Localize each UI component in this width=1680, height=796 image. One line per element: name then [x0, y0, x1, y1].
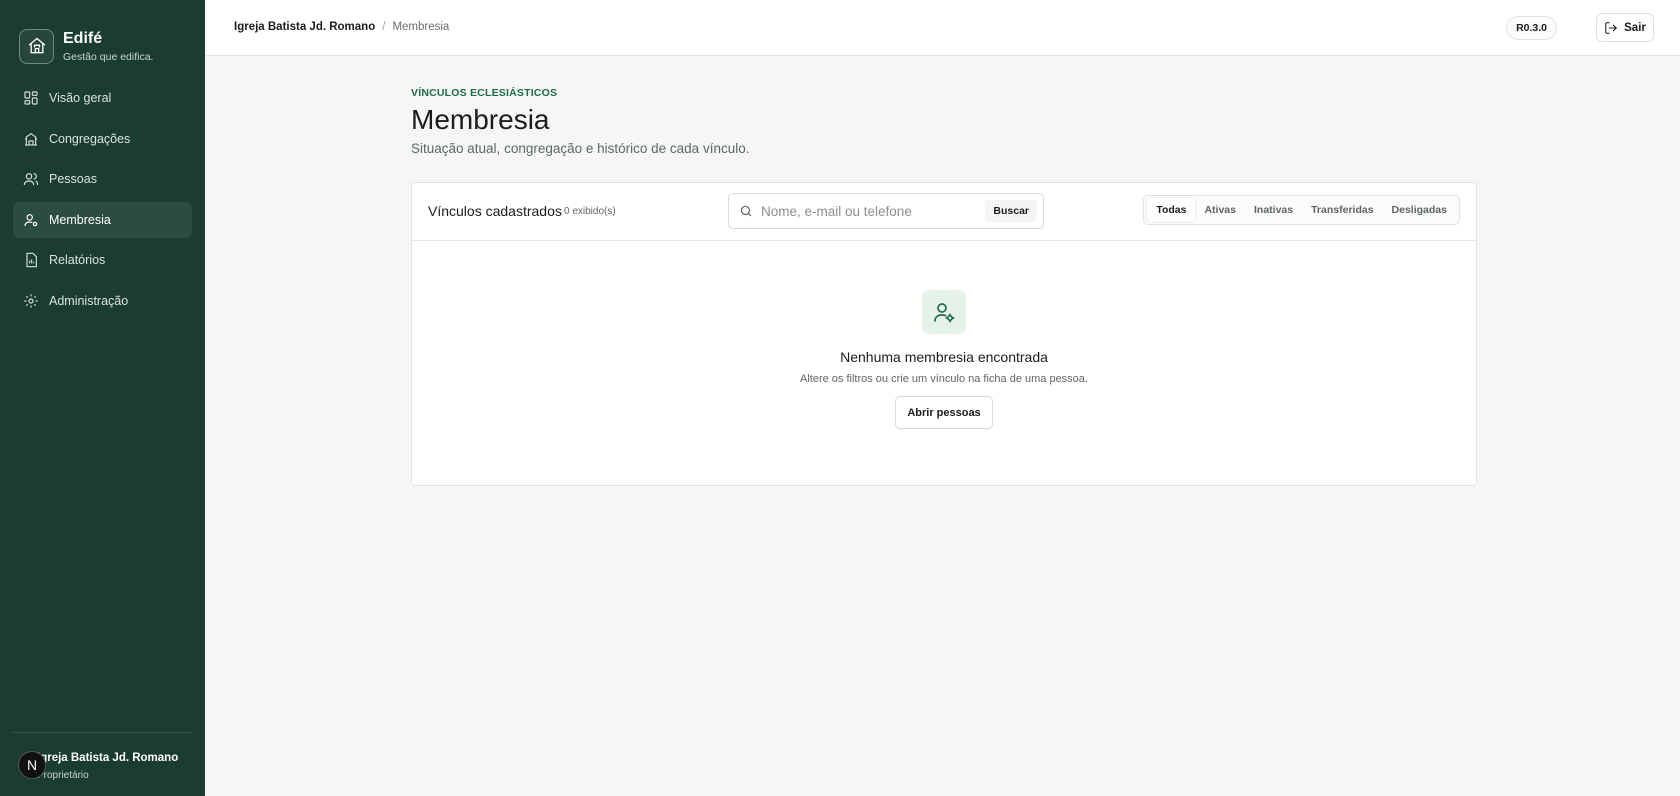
sidebar-item-label: Relatórios — [49, 253, 106, 267]
report-icon — [23, 252, 39, 268]
footer-org-name: Igreja Batista Jd. Romano — [37, 752, 179, 764]
breadcrumb: Igreja Batista Jd. Romano / Membresia — [234, 21, 449, 33]
logout-button[interactable]: Sair — [1596, 13, 1654, 42]
open-people-button[interactable]: Abrir pessoas — [895, 396, 993, 429]
footer-role: Proprietário — [37, 770, 89, 781]
brand[interactable]: Edifé Gestão que edifica. — [0, 0, 205, 70]
breadcrumb-separator: / — [382, 21, 386, 33]
sidebar-item-label: Visão geral — [49, 91, 112, 105]
sidebar-item-membresia[interactable]: Membresia — [13, 201, 192, 238]
empty-state-description: Altere os filtros ou crie um vínculo na … — [800, 373, 1088, 385]
brand-name: Edifé — [63, 29, 103, 47]
user-cog-icon — [922, 290, 966, 334]
result-count: 0 exibido(s) — [564, 206, 616, 217]
tab-desligadas[interactable]: Desligadas — [1383, 198, 1456, 222]
empty-state: Nenhuma membresia encontrada Altere os f… — [412, 241, 1476, 429]
sidebar-item-pessoas[interactable]: Pessoas — [13, 161, 192, 197]
tab-ativas[interactable]: Ativas — [1195, 198, 1245, 222]
search-button[interactable]: Buscar — [985, 200, 1037, 222]
sidebar: Edifé Gestão que edifica. Visão geral Co… — [0, 0, 205, 796]
tab-todas[interactable]: Todas — [1147, 198, 1196, 222]
sidebar-item-administracao[interactable]: Administração — [13, 283, 192, 319]
version-badge: R0.3.0 — [1506, 16, 1557, 40]
sidebar-nav: Visão geral Congregações Pessoas Membres… — [0, 80, 205, 319]
breadcrumb-current: Membresia — [392, 21, 450, 33]
sidebar-item-congregacoes[interactable]: Congregações — [13, 121, 192, 157]
main-content: VÍNCULOS ECLESIÁSTICOS Membresia Situaçã… — [411, 87, 1477, 486]
tab-transferidas[interactable]: Transferidas — [1302, 198, 1382, 222]
dashboard-icon — [23, 90, 39, 106]
sidebar-item-label: Administração — [49, 293, 129, 308]
search-box: Buscar — [728, 193, 1044, 229]
logout-label: Sair — [1624, 21, 1646, 34]
home-icon — [19, 28, 54, 64]
top-header: Igreja Batista Jd. Romano / Membresia R0… — [205, 0, 1680, 56]
page-eyebrow: VÍNCULOS ECLESIÁSTICOS — [411, 87, 558, 99]
status-filter-tabs: Todas Ativas Inativas Transferidas Desli… — [1143, 195, 1460, 225]
page-title: Membresia — [411, 104, 550, 135]
sidebar-item-label: Membresia — [49, 212, 111, 227]
sidebar-item-visao-geral[interactable]: Visão geral — [13, 80, 192, 116]
brand-tagline: Gestão que edifica. — [63, 50, 154, 63]
account-switcher[interactable]: N Igreja Batista Jd. Romano Proprietário — [13, 733, 192, 793]
empty-state-title: Nenhuma membresia encontrada — [840, 349, 1048, 365]
gear-icon — [23, 293, 39, 309]
card-header: Vínculos cadastrados 0 exibido(s) Buscar… — [412, 183, 1476, 241]
sidebar-footer: N Igreja Batista Jd. Romano Proprietário — [13, 732, 192, 793]
card-title: Vínculos cadastrados — [428, 203, 562, 219]
search-input[interactable] — [761, 203, 981, 219]
building-icon — [23, 131, 39, 147]
tab-inativas[interactable]: Inativas — [1245, 198, 1302, 222]
sidebar-item-label: Pessoas — [49, 172, 97, 186]
membership-card: Vínculos cadastrados 0 exibido(s) Buscar… — [411, 182, 1477, 486]
avatar[interactable]: N — [18, 751, 46, 779]
sidebar-item-label: Congregações — [49, 131, 131, 146]
logout-icon — [1605, 21, 1618, 34]
page-subtitle: Situação atual, congregação e histórico … — [411, 141, 750, 156]
search-icon — [739, 204, 753, 218]
breadcrumb-org[interactable]: Igreja Batista Jd. Romano — [234, 21, 375, 33]
sidebar-item-relatorios[interactable]: Relatórios — [13, 242, 192, 278]
users-icon — [23, 171, 39, 187]
user-cog-icon — [23, 212, 39, 228]
